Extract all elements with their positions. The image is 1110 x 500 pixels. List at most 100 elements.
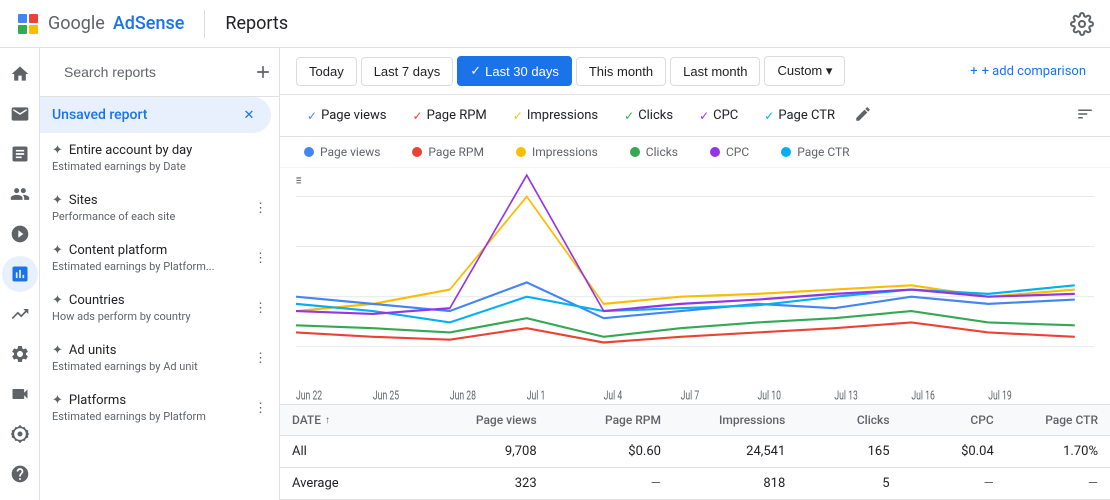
- svg-text:Jul 19: Jul 19: [988, 388, 1011, 403]
- sidebar-item-ad-units[interactable]: ✦ Ad units Estimated earnings by Ad unit…: [40, 333, 279, 383]
- sparkle-icon-3: ✦: [52, 243, 63, 258]
- chart-section: ✓ Page views ✓ Page RPM ✓ Impressions ✓ …: [280, 95, 1110, 500]
- tab-page-rpm-label: Page RPM: [427, 108, 487, 123]
- filter-last30[interactable]: ✓ Last 30 days: [457, 56, 572, 86]
- th-impressions[interactable]: Impressions: [673, 405, 797, 435]
- legend-impressions: Impressions: [516, 145, 598, 159]
- add-comparison-button[interactable]: + + add comparison: [962, 58, 1094, 85]
- data-table: DATE ↑ Page views Page RPM Impressions C…: [280, 404, 1110, 500]
- sort-icon: ↑: [325, 415, 330, 426]
- content-platform-label: Content platform: [69, 243, 167, 258]
- nav-reports[interactable]: [2, 256, 38, 292]
- tab-clicks-label: Clicks: [638, 108, 673, 123]
- nav-inbox[interactable]: [2, 96, 38, 132]
- nav-block[interactable]: [2, 216, 38, 252]
- svg-text:Jun 28: Jun 28: [450, 388, 476, 403]
- filter-bar: Today Last 7 days ✓ Last 30 days This mo…: [280, 48, 1110, 95]
- td-pagerpm-average: —: [549, 468, 673, 499]
- nav-content[interactable]: [2, 136, 38, 172]
- add-report-button[interactable]: [253, 60, 273, 84]
- sidebar-item-content-platform[interactable]: ✦ Content platform Estimated earnings by…: [40, 233, 279, 283]
- ad-units-desc: Estimated earnings by Ad unit: [52, 360, 198, 373]
- tab-cpc-label: CPC: [713, 108, 738, 123]
- filter-custom[interactable]: Custom ▾: [764, 56, 845, 86]
- svg-text:Jul 7: Jul 7: [681, 388, 700, 403]
- svg-text:Jul 10: Jul 10: [757, 388, 780, 403]
- plus-icon: +: [970, 64, 977, 79]
- svg-text:Jul 16: Jul 16: [911, 388, 934, 403]
- nav-settings[interactable]: [2, 336, 38, 372]
- legend-dot-clicks: [630, 147, 640, 157]
- tab-impressions[interactable]: ✓ Impressions: [502, 103, 609, 128]
- nav-video[interactable]: [2, 376, 38, 412]
- metric-tabs: ✓ Page views ✓ Page RPM ✓ Impressions ✓ …: [280, 95, 1110, 137]
- sidebar-item-platforms[interactable]: ✦ Platforms Estimated earnings by Platfo…: [40, 383, 279, 433]
- edit-metrics-icon[interactable]: [854, 105, 872, 127]
- sidebar-item-unsaved[interactable]: Unsaved report ✕: [40, 97, 271, 133]
- legend-page-views-label: Page views: [320, 145, 380, 159]
- sidebar-item-sites[interactable]: ✦ Sites Performance of each site ⋮: [40, 183, 279, 233]
- sidebar: Unsaved report ✕ ✦ Entire account by day…: [40, 48, 280, 500]
- close-report-button[interactable]: ✕: [239, 105, 259, 125]
- nav-gear[interactable]: [2, 416, 38, 452]
- entire-account-desc: Estimated earnings by Date: [52, 160, 192, 173]
- ad-units-more-button[interactable]: ⋮: [254, 351, 267, 366]
- sparkle-icon-2: ✦: [52, 193, 63, 208]
- legend-cpc: CPC: [710, 145, 749, 159]
- platforms-more-button[interactable]: ⋮: [254, 401, 267, 416]
- th-cpc[interactable]: CPC: [902, 405, 1006, 435]
- filter-today[interactable]: Today: [296, 57, 357, 86]
- th-pagerpm[interactable]: Page RPM: [549, 405, 673, 435]
- td-pagectr-average: —: [1006, 468, 1110, 499]
- tab-impressions-label: Impressions: [527, 108, 598, 123]
- platforms-label: Platforms: [69, 393, 126, 408]
- filter-view-icon[interactable]: [1076, 105, 1094, 127]
- th-clicks[interactable]: Clicks: [797, 405, 901, 435]
- td-cpc-average: —: [902, 468, 1006, 499]
- td-pagectr-all: 1.70%: [1006, 436, 1110, 467]
- search-input[interactable]: [64, 64, 245, 80]
- settings-icon[interactable]: [1070, 12, 1094, 36]
- nav-trending[interactable]: [2, 296, 38, 332]
- sidebar-search-bar: [40, 48, 279, 97]
- nav-help[interactable]: [2, 456, 38, 492]
- countries-more-button[interactable]: ⋮: [254, 301, 267, 316]
- legend-page-rpm: Page RPM: [412, 145, 484, 159]
- tab-page-ctr[interactable]: ✓ Page CTR: [753, 103, 846, 128]
- td-clicks-average: 5: [797, 468, 901, 499]
- sidebar-item-entire-account[interactable]: ✦ Entire account by day Estimated earnin…: [40, 133, 279, 183]
- content-platform-more-button[interactable]: ⋮: [254, 251, 267, 266]
- filter-lastmonth[interactable]: Last month: [670, 57, 760, 86]
- th-date[interactable]: DATE ↑: [280, 405, 424, 435]
- table-row-all: All 9,708 $0.60 24,541 165 $0.04 1.70%: [280, 436, 1110, 468]
- countries-desc: How ads perform by country: [52, 310, 191, 323]
- td-date-average: Average: [280, 468, 424, 499]
- sites-label: Sites: [69, 193, 98, 208]
- filter-last7[interactable]: Last 7 days: [361, 57, 454, 86]
- tab-cpc[interactable]: ✓ CPC: [688, 103, 749, 128]
- sites-more-button[interactable]: ⋮: [254, 201, 267, 216]
- legend-dot-impressions: [516, 147, 526, 157]
- tab-page-rpm[interactable]: ✓ Page RPM: [402, 103, 498, 128]
- legend-bar: Page views Page RPM Impressions Clicks C…: [280, 137, 1110, 168]
- filter-thismonth[interactable]: This month: [576, 57, 666, 86]
- unsaved-report-label: Unsaved report: [52, 107, 147, 123]
- svg-text:Jun 22: Jun 22: [296, 388, 322, 403]
- th-pagectr[interactable]: Page CTR: [1006, 405, 1110, 435]
- platforms-desc: Estimated earnings by Platform: [52, 410, 206, 423]
- tab-page-views[interactable]: ✓ Page views: [296, 103, 398, 128]
- th-pageviews[interactable]: Page views: [424, 405, 548, 435]
- table-row-average: Average 323 — 818 5 — —: [280, 468, 1110, 500]
- svg-text:Jul 13: Jul 13: [834, 388, 857, 403]
- sites-desc: Performance of each site: [52, 210, 175, 223]
- add-comparison-label: + add comparison: [982, 64, 1086, 79]
- nav-home[interactable]: [2, 56, 38, 92]
- tab-clicks[interactable]: ✓ Clicks: [613, 103, 684, 128]
- sparkle-icon-1: ✦: [52, 143, 63, 158]
- legend-dot-cpc: [710, 147, 720, 157]
- countries-label: Countries: [69, 293, 125, 308]
- nav-people[interactable]: [2, 176, 38, 212]
- legend-clicks: Clicks: [630, 145, 678, 159]
- sidebar-item-countries[interactable]: ✦ Countries How ads perform by country ⋮: [40, 283, 279, 333]
- logo: Google AdSense: [16, 12, 184, 36]
